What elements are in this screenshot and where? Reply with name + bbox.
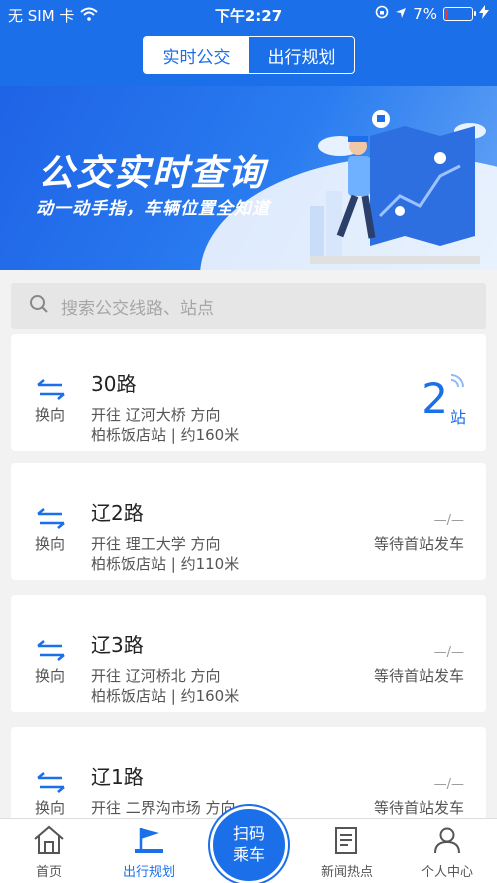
tab-trip-planning-nav[interactable]: 出行规划 xyxy=(109,825,189,880)
banner-subtitle: 动一动手指，车辆位置全知道 xyxy=(36,199,270,219)
swap-direction-icon[interactable] xyxy=(35,507,67,533)
search-placeholder: 搜索公交线路、站点 xyxy=(61,298,214,319)
tab-news[interactable]: 新闻热点 xyxy=(307,825,387,880)
route-name: 辽3路 xyxy=(91,633,144,657)
route-direction: 开往 辽河大桥 方向 xyxy=(91,406,221,424)
search-icon xyxy=(29,294,49,318)
mode-segmented-control: 实时公交 出行规划 xyxy=(143,36,355,74)
route-stop-distance: 柏栎饭店站 | 约160米 xyxy=(91,426,240,444)
orientation-lock-icon xyxy=(375,5,389,23)
tab-home-label: 首页 xyxy=(35,865,62,880)
tab-trip-planning-label: 出行规划 xyxy=(122,865,175,880)
route-stop-distance: 柏栎饭店站 | 约110米 xyxy=(91,555,240,573)
header: 实时公交 出行规划 xyxy=(0,28,497,86)
route-direction: 开往 二界沟市场 方向 xyxy=(91,799,236,817)
scan-to-ride-button[interactable]: 扫码 乘车 xyxy=(210,806,288,883)
arrival-placeholder: —/— xyxy=(433,513,464,528)
promo-banner[interactable]: 公交实时查询 动一动手指，车辆位置全知道 xyxy=(0,86,497,270)
realtime-signal-icon xyxy=(448,372,466,394)
person-icon xyxy=(434,827,460,854)
stops-away-unit: 站 xyxy=(449,408,466,427)
route-direction: 开往 理工大学 方向 xyxy=(91,535,221,553)
swap-direction-label[interactable]: 换向 xyxy=(35,797,65,818)
route-name: 辽2路 xyxy=(91,501,144,525)
arrival-placeholder: —/— xyxy=(433,777,464,792)
tab-realtime-bus[interactable]: 实时公交 xyxy=(144,37,249,73)
route-name: 30路 xyxy=(91,372,137,396)
arrival-status: 等待首站发车 xyxy=(373,799,464,817)
route-stop-distance: 柏栎饭店站 | 约160米 xyxy=(91,687,240,705)
tab-home[interactable]: 首页 xyxy=(9,825,89,880)
battery-percent: 7% xyxy=(413,5,437,23)
status-bar: 无 SIM 卡 下午2:27 7% xyxy=(0,0,497,28)
route-card[interactable]: 换向 辽2路 开往 理工大学 方向 柏栎饭店站 | 约110米 —/— 等待首站… xyxy=(11,463,486,580)
route-card[interactable]: 换向 辽3路 开往 辽河桥北 方向 柏栎饭店站 | 约160米 —/— 等待首站… xyxy=(11,595,486,712)
swap-direction-icon[interactable] xyxy=(35,639,67,665)
tab-profile-label: 个人中心 xyxy=(420,865,473,880)
scan-button-line1: 扫码 xyxy=(232,824,265,844)
news-icon xyxy=(335,827,357,854)
route-card[interactable]: 换向 30路 开往 辽河大桥 方向 柏栎饭店站 | 约160米 2 站 xyxy=(11,334,486,451)
swap-direction-icon[interactable] xyxy=(35,771,67,797)
route-direction: 开往 辽河桥北 方向 xyxy=(91,667,221,685)
tab-profile[interactable]: 个人中心 xyxy=(407,825,487,880)
arrival-status: 等待首站发车 xyxy=(373,667,464,685)
stops-away-count: 2 xyxy=(421,374,448,423)
banner-illustration xyxy=(310,110,486,264)
charging-icon xyxy=(479,5,489,23)
swap-direction-label[interactable]: 换向 xyxy=(35,665,65,686)
search-bar[interactable]: 搜索公交线路、站点 xyxy=(11,283,486,329)
arrival-placeholder: —/— xyxy=(433,645,464,660)
flag-icon xyxy=(135,828,163,853)
home-icon xyxy=(34,825,64,854)
tab-trip-planning[interactable]: 出行规划 xyxy=(249,37,354,73)
swap-direction-label[interactable]: 换向 xyxy=(35,404,65,425)
battery-icon xyxy=(443,7,476,21)
location-icon xyxy=(395,5,407,23)
banner-title: 公交实时查询 xyxy=(38,153,267,194)
route-name: 辽1路 xyxy=(91,765,144,789)
scan-button-line2: 乘车 xyxy=(232,845,265,864)
swap-direction-icon[interactable] xyxy=(35,378,67,404)
arrival-status: 等待首站发车 xyxy=(373,535,464,553)
swap-direction-label[interactable]: 换向 xyxy=(35,533,65,554)
tab-news-label: 新闻热点 xyxy=(320,865,373,880)
